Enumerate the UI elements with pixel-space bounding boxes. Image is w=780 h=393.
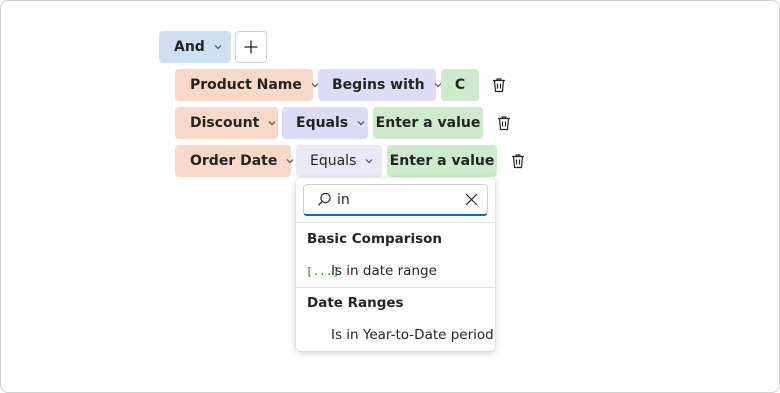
condition-1-operator-dropdown[interactable]: Begins with [318, 69, 441, 101]
condition-1-field-label: Product Name [190, 77, 302, 93]
group-operator-label: And [174, 39, 205, 55]
trash-icon [509, 152, 527, 170]
operator-dropdown-menu: in Basic Comparison [...] Is in date ran… [296, 178, 495, 351]
trash-icon [490, 76, 508, 94]
condition-1-delete-button[interactable] [487, 73, 511, 97]
chevron-down-icon [213, 42, 223, 52]
option-label: Is in date range [331, 263, 437, 279]
option-label: Is in Year-to-Date period [331, 327, 494, 343]
option-is-in-year-to-date-period[interactable]: Is in Year-to-Date period [296, 321, 495, 349]
condition-1-value-input[interactable]: C [441, 69, 479, 101]
menu-divider [296, 222, 495, 223]
search-input-value: in [337, 191, 350, 208]
operator-search-input[interactable]: in [303, 184, 488, 216]
search-icon [317, 192, 332, 207]
condition-3-field-dropdown[interactable]: Order Date [175, 145, 294, 177]
condition-1-operator-label: Begins with [332, 77, 425, 93]
condition-1-field-dropdown[interactable]: Product Name [175, 69, 319, 101]
add-condition-button[interactable] [235, 31, 267, 63]
condition-3-operator-dropdown[interactable]: Equals [296, 145, 382, 177]
option-is-in-date-range[interactable]: [...] Is in date range [296, 257, 495, 285]
condition-2-field-dropdown[interactable]: Discount [175, 107, 278, 139]
condition-3-operator-label: Equals [310, 153, 357, 169]
condition-2-value-text: Enter a value [375, 115, 481, 131]
chevron-down-icon [267, 118, 277, 128]
chevron-down-icon [356, 118, 366, 128]
clear-search-icon[interactable] [464, 192, 479, 207]
condition-3-delete-button[interactable] [506, 149, 530, 173]
condition-2-operator-dropdown[interactable]: Equals [282, 107, 368, 139]
chevron-down-icon [364, 156, 374, 166]
group-header-basic-comparison: Basic Comparison [307, 231, 442, 247]
group-header-date-ranges: Date Ranges [307, 295, 404, 311]
condition-2-delete-button[interactable] [492, 111, 516, 135]
menu-divider [296, 287, 495, 288]
condition-1-value-text: C [454, 77, 466, 93]
condition-3-field-label: Order Date [190, 153, 278, 169]
condition-2-operator-label: Equals [296, 115, 349, 131]
chevron-down-icon [285, 156, 295, 166]
condition-2-value-input[interactable]: Enter a value [373, 107, 483, 139]
group-operator-dropdown[interactable]: And [159, 31, 231, 63]
condition-3-value-text: Enter a value [389, 153, 495, 169]
condition-2-field-label: Discount [190, 115, 260, 131]
trash-icon [495, 114, 513, 132]
filter-builder-panel: And Product Name Begins with C Discount [0, 0, 780, 393]
condition-3-value-input[interactable]: Enter a value [387, 145, 497, 177]
plus-icon [243, 39, 259, 55]
